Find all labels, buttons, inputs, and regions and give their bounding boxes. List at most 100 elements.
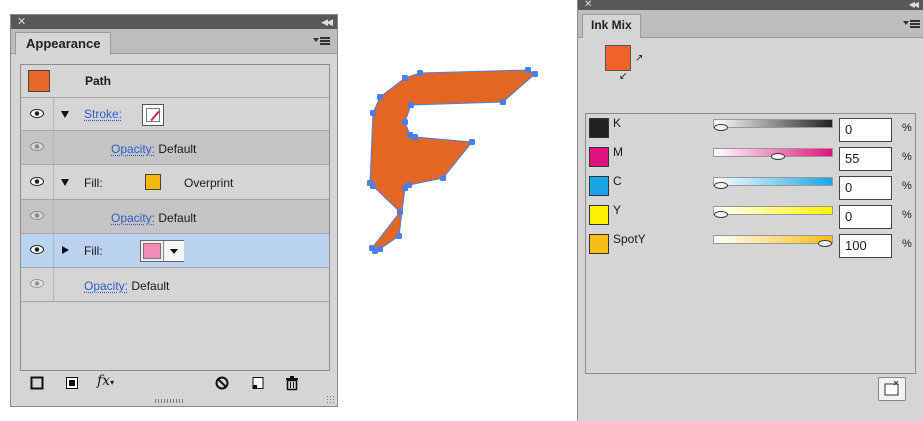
eye-icon[interactable] xyxy=(30,142,44,151)
stroke-opacity-row[interactable]: Opacity: Default xyxy=(21,131,329,165)
fill-swatch[interactable] xyxy=(145,174,161,190)
fill-color-dropdown[interactable] xyxy=(140,240,184,262)
appearance-toolbar: fx▾ xyxy=(11,371,337,395)
object-opacity-row[interactable]: Opacity: Default xyxy=(21,268,329,302)
clear-appearance-icon[interactable] xyxy=(214,375,230,391)
panel-menu-icon[interactable] xyxy=(903,18,921,30)
ink-slider[interactable] xyxy=(713,148,833,160)
ink-swatch xyxy=(589,118,609,138)
default-colors-icon[interactable]: ↙ xyxy=(619,71,627,82)
swap-colors-icon[interactable]: ↗ xyxy=(635,53,643,64)
fill-label: Fill: xyxy=(84,176,103,190)
ink-row: M 55 % xyxy=(586,145,915,173)
anchor-point[interactable] xyxy=(532,71,538,77)
eye-icon[interactable] xyxy=(30,245,44,254)
panel-titlebar: ✕ ◀◀ xyxy=(11,15,337,29)
ink-slider[interactable] xyxy=(713,177,833,189)
appearance-panel: ✕ ◀◀ Appearance Path Stroke: Opacity: De… xyxy=(10,14,338,407)
anchor-point[interactable] xyxy=(377,246,383,252)
percent-label: % xyxy=(902,151,912,163)
anchor-point[interactable] xyxy=(407,132,413,138)
expand-triangle-icon[interactable] xyxy=(61,179,69,186)
duplicate-item-icon[interactable] xyxy=(250,375,266,391)
new-swatch-button[interactable] xyxy=(878,377,906,401)
anchor-point[interactable] xyxy=(396,233,402,239)
object-row[interactable]: Path xyxy=(21,65,329,98)
slider-thumb[interactable] xyxy=(714,211,728,218)
close-icon[interactable]: ✕ xyxy=(17,15,26,29)
current-color-box[interactable]: ↗ ↙ xyxy=(605,45,650,87)
stroke-label[interactable]: Stroke: xyxy=(84,107,122,121)
opacity-text: Opacity: Default xyxy=(111,211,196,225)
eye-icon[interactable] xyxy=(30,211,44,220)
tab-appearance[interactable]: Appearance xyxy=(15,32,112,55)
anchor-point[interactable] xyxy=(370,110,376,116)
anchor-point[interactable] xyxy=(417,70,423,76)
current-color-swatch[interactable] xyxy=(605,45,631,71)
trash-icon[interactable] xyxy=(284,375,300,391)
slider-thumb[interactable] xyxy=(771,153,786,160)
ink-list: K 0 % M 55 % C 0 % Y 0 % SpotY 100 % xyxy=(585,113,916,374)
anchor-point[interactable] xyxy=(402,119,408,125)
percent-label: % xyxy=(902,180,912,192)
ink-mix-panel: ✕ ◀◀ Ink Mix ↗ ↙ K 0 % M 55 % C 0 % Y 0 … xyxy=(577,0,923,421)
ink-value-input[interactable]: 0 xyxy=(839,205,892,229)
anchor-point[interactable] xyxy=(408,102,414,108)
eye-icon[interactable] xyxy=(30,109,44,118)
fill-row[interactable]: Fill: Overprint xyxy=(21,165,329,200)
object-thumbnail xyxy=(28,70,50,92)
collapse-triangle-icon[interactable] xyxy=(62,246,69,254)
close-icon[interactable]: ✕ xyxy=(584,0,592,10)
collapse-icon[interactable]: ◀◀ xyxy=(321,15,333,29)
fill-opacity-row[interactable]: Opacity: Default xyxy=(21,200,329,234)
ink-name: Y xyxy=(613,203,622,217)
panel-tabstrip: Appearance xyxy=(11,29,337,55)
ink-value-input[interactable]: 0 xyxy=(839,176,892,200)
add-new-fill-icon[interactable] xyxy=(64,375,80,391)
anchor-point[interactable] xyxy=(406,182,412,188)
anchor-point[interactable] xyxy=(500,99,506,105)
ink-row: C 0 % xyxy=(586,174,915,202)
slider-thumb[interactable] xyxy=(818,240,832,247)
fill-row-selected[interactable]: Fill: xyxy=(21,234,329,268)
appearance-list: Path Stroke: Opacity: Default Fill: Over… xyxy=(20,64,330,371)
eye-icon[interactable] xyxy=(30,177,44,186)
collapse-icon[interactable]: ◀◀ xyxy=(909,0,919,10)
anchor-point[interactable] xyxy=(469,139,475,145)
opacity-link[interactable]: Opacity: xyxy=(84,279,128,293)
anchor-point[interactable] xyxy=(525,67,531,73)
opacity-link[interactable]: Opacity: xyxy=(111,211,155,225)
ink-slider[interactable] xyxy=(713,119,833,131)
ink-slider[interactable] xyxy=(713,206,833,218)
ink-slider[interactable] xyxy=(713,235,833,247)
ink-name: C xyxy=(613,174,622,188)
anchor-point[interactable] xyxy=(402,75,408,81)
chevron-down-icon[interactable] xyxy=(163,241,184,261)
ink-swatch xyxy=(589,234,609,254)
stroke-none-swatch[interactable] xyxy=(142,104,164,126)
ink-value-input[interactable]: 0 xyxy=(839,118,892,142)
expand-triangle-icon[interactable] xyxy=(61,111,69,118)
ink-value-input[interactable]: 55 xyxy=(839,147,892,171)
tab-ink-mix[interactable]: Ink Mix xyxy=(582,14,641,38)
anchor-point[interactable] xyxy=(377,94,383,100)
fill-swatch xyxy=(143,243,161,259)
f-shape-artwork[interactable] xyxy=(355,60,555,260)
ink-value-input[interactable]: 100 xyxy=(839,234,892,258)
ink-name: M xyxy=(613,145,623,159)
panel-grip[interactable] xyxy=(155,399,185,403)
slider-thumb[interactable] xyxy=(714,182,728,189)
panel-menu-icon[interactable] xyxy=(313,35,331,47)
anchor-point[interactable] xyxy=(370,183,376,189)
slider-thumb[interactable] xyxy=(714,124,728,131)
opacity-link[interactable]: Opacity: xyxy=(111,142,155,156)
add-new-stroke-icon[interactable] xyxy=(29,375,45,391)
effects-fx-icon[interactable]: fx▾ xyxy=(97,373,123,389)
resize-grip-icon[interactable] xyxy=(326,395,334,403)
opacity-value: Default xyxy=(158,142,197,156)
anchor-point[interactable] xyxy=(397,209,403,215)
ink-row: K 0 % xyxy=(586,116,915,144)
anchor-point[interactable] xyxy=(440,175,446,181)
eye-icon[interactable] xyxy=(30,279,44,288)
stroke-row[interactable]: Stroke: xyxy=(21,98,329,131)
